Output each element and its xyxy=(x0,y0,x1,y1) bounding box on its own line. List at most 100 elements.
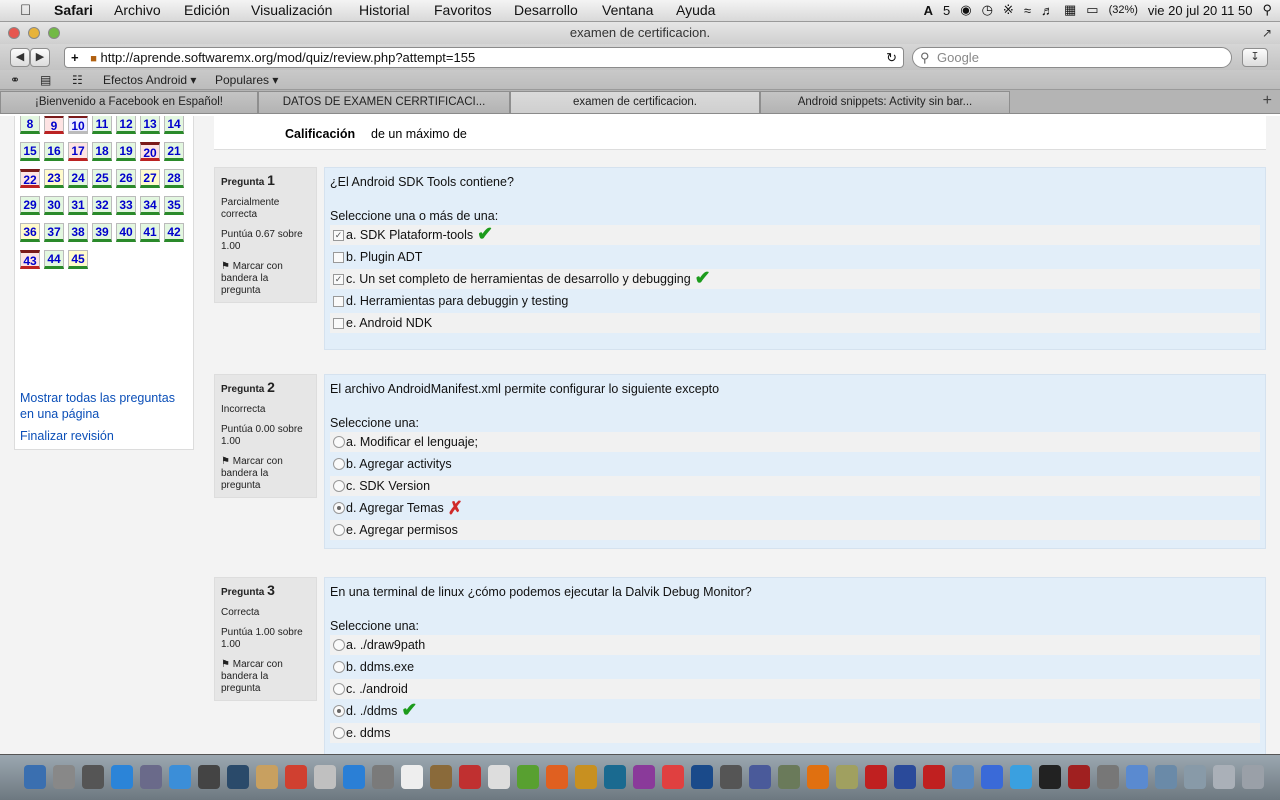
dock-app-icon[interactable] xyxy=(343,765,365,789)
quiz-nav-question-34[interactable]: 34 xyxy=(140,196,160,215)
quiz-nav-question-37[interactable]: 37 xyxy=(44,223,64,242)
battery-icon[interactable]: ▭ xyxy=(1086,2,1098,18)
checkbox[interactable] xyxy=(333,295,344,307)
dock-app-icon[interactable] xyxy=(24,765,46,789)
quiz-nav-question-11[interactable]: 11 xyxy=(92,116,112,134)
forward-button[interactable]: ▶ xyxy=(30,48,50,67)
answer-option[interactable]: d. Herramientas para debuggin y testing xyxy=(330,291,1260,311)
quiz-nav-question-28[interactable]: 28 xyxy=(164,169,184,188)
quiz-nav-question-17[interactable]: 17 xyxy=(68,142,88,161)
dock-app-icon[interactable] xyxy=(1097,765,1119,789)
flag-question-link[interactable]: ⚑ Marcar con bandera la pregunta xyxy=(221,659,310,695)
quiz-nav-question-43[interactable]: 43 xyxy=(20,250,40,269)
dock-app-icon[interactable] xyxy=(691,765,713,789)
dock-app-icon[interactable] xyxy=(256,765,278,789)
quiz-nav-question-13[interactable]: 13 xyxy=(140,116,160,134)
quiz-nav-question-38[interactable]: 38 xyxy=(68,223,88,242)
quiz-nav-question-20[interactable]: 20 xyxy=(140,142,160,161)
quiz-nav-question-9[interactable]: 9 xyxy=(44,116,64,134)
new-tab-icon[interactable]: + xyxy=(1263,92,1272,110)
dock-app-icon[interactable] xyxy=(778,765,800,789)
back-button[interactable]: ◀ xyxy=(10,48,30,67)
quiz-nav-question-33[interactable]: 33 xyxy=(116,196,136,215)
dock-app-icon[interactable] xyxy=(1213,765,1235,789)
answer-option[interactable]: c. SDK Version xyxy=(330,476,1260,496)
dock-app-icon[interactable] xyxy=(430,765,452,789)
quiz-nav-question-23[interactable]: 23 xyxy=(44,169,64,188)
bookmarks-book-icon[interactable]: ▤ xyxy=(40,73,51,87)
quiz-nav-question-31[interactable]: 31 xyxy=(68,196,88,215)
answer-option[interactable]: a. ./draw9path xyxy=(330,635,1260,655)
radio-button-selected[interactable] xyxy=(333,502,345,514)
quiz-nav-question-29[interactable]: 29 xyxy=(20,196,40,215)
show-all-link[interactable]: Mostrar todas las preguntas en una págin… xyxy=(20,390,192,422)
dock-app-icon[interactable] xyxy=(865,765,887,789)
menu-historial[interactable]: Historial xyxy=(359,2,410,18)
dock-app-icon[interactable] xyxy=(517,765,539,789)
quiz-nav-question-27[interactable]: 27 xyxy=(140,169,160,188)
menu-desarrollo[interactable]: Desarrollo xyxy=(514,2,578,18)
quiz-nav-question-45[interactable]: 45 xyxy=(68,250,88,269)
address-bar[interactable]: + ■ http://aprende.softwaremx.org/mod/qu… xyxy=(64,47,904,68)
bluetooth-icon[interactable]: ※ xyxy=(1003,2,1014,18)
answer-option[interactable]: a. Modificar el lenguaje; xyxy=(330,432,1260,452)
dock-app-icon[interactable] xyxy=(169,765,191,789)
search-field[interactable]: ⚲ Google xyxy=(912,47,1232,68)
flag-question-link[interactable]: ⚑ Marcar con bandera la pregunta xyxy=(221,261,310,297)
quiz-nav-question-36[interactable]: 36 xyxy=(20,223,40,242)
radio-button[interactable] xyxy=(333,727,345,739)
dock-app-icon[interactable] xyxy=(807,765,829,789)
quiz-nav-question-26[interactable]: 26 xyxy=(116,169,136,188)
close-window-icon[interactable] xyxy=(8,27,20,39)
radio-button-selected[interactable] xyxy=(333,705,345,717)
input-menu-icon[interactable]: ▦ xyxy=(1064,2,1076,18)
dock-app-icon[interactable] xyxy=(923,765,945,789)
checkbox[interactable] xyxy=(333,251,344,263)
clock[interactable]: vie 20 jul 20 11 50 xyxy=(1148,3,1253,18)
answer-option[interactable]: e. Agregar permisos xyxy=(330,520,1260,540)
quiz-nav-question-44[interactable]: 44 xyxy=(44,250,64,269)
bookmark-efectos-android[interactable]: Efectos Android ▾ xyxy=(103,73,196,87)
tab-datos-examen[interactable]: DATOS DE EXAMEN CERRTIFICACI... xyxy=(258,91,510,113)
checkbox[interactable] xyxy=(333,317,344,329)
quiz-nav-question-15[interactable]: 15 xyxy=(20,142,40,161)
quiz-nav-question-18[interactable]: 18 xyxy=(92,142,112,161)
dock-app-icon[interactable] xyxy=(227,765,249,789)
answer-option[interactable]: c. ./android xyxy=(330,679,1260,699)
answer-option[interactable]: b. Plugin ADT xyxy=(330,247,1260,267)
finish-review-link[interactable]: Finalizar revisión xyxy=(20,428,192,444)
dock-app-icon[interactable] xyxy=(1010,765,1032,789)
menu-app-safari[interactable]: Safari xyxy=(54,2,93,18)
zoom-window-icon[interactable] xyxy=(48,27,60,39)
wifi-icon[interactable]: ≈ xyxy=(1024,3,1031,18)
bell-icon[interactable]: ◉ xyxy=(960,2,971,18)
quiz-nav-question-12[interactable]: 12 xyxy=(116,116,136,134)
flag-question-link[interactable]: ⚑ Marcar con bandera la pregunta xyxy=(221,456,310,492)
dock-app-icon[interactable] xyxy=(1184,765,1206,789)
answer-option[interactable]: ✓ a. SDK Plataform-tools ✔ xyxy=(330,225,1260,245)
reading-list-icon[interactable]: ⚭ xyxy=(10,73,20,87)
dock-app-icon[interactable] xyxy=(546,765,568,789)
adobe-icon[interactable]: A xyxy=(924,3,933,18)
answer-option[interactable]: d. Agregar Temas ✗ xyxy=(330,498,1260,518)
answer-option[interactable]: d. ./ddms ✔ xyxy=(330,701,1260,721)
dock-app-icon[interactable] xyxy=(140,765,162,789)
menu-favoritos[interactable]: Favoritos xyxy=(434,2,492,18)
menu-ventana[interactable]: Ventana xyxy=(602,2,653,18)
dock-app-icon[interactable] xyxy=(1155,765,1177,789)
tab-facebook[interactable]: ¡Bienvenido a Facebook en Español! xyxy=(0,91,258,113)
answer-option[interactable]: e. ddms xyxy=(330,723,1260,743)
checkbox-checked[interactable]: ✓ xyxy=(333,229,344,241)
dock-app-icon[interactable] xyxy=(662,765,684,789)
quiz-nav-question-32[interactable]: 32 xyxy=(92,196,112,215)
dock-app-icon[interactable] xyxy=(459,765,481,789)
dock-app-icon[interactable] xyxy=(981,765,1003,789)
quiz-nav-question-40[interactable]: 40 xyxy=(116,223,136,242)
dock-app-icon[interactable] xyxy=(82,765,104,789)
minimize-window-icon[interactable] xyxy=(28,27,40,39)
radio-button[interactable] xyxy=(333,480,345,492)
quiz-nav-question-25[interactable]: 25 xyxy=(92,169,112,188)
radio-button[interactable] xyxy=(333,661,345,673)
menu-archivo[interactable]: Archivo xyxy=(114,2,161,18)
dock-app-icon[interactable] xyxy=(749,765,771,789)
